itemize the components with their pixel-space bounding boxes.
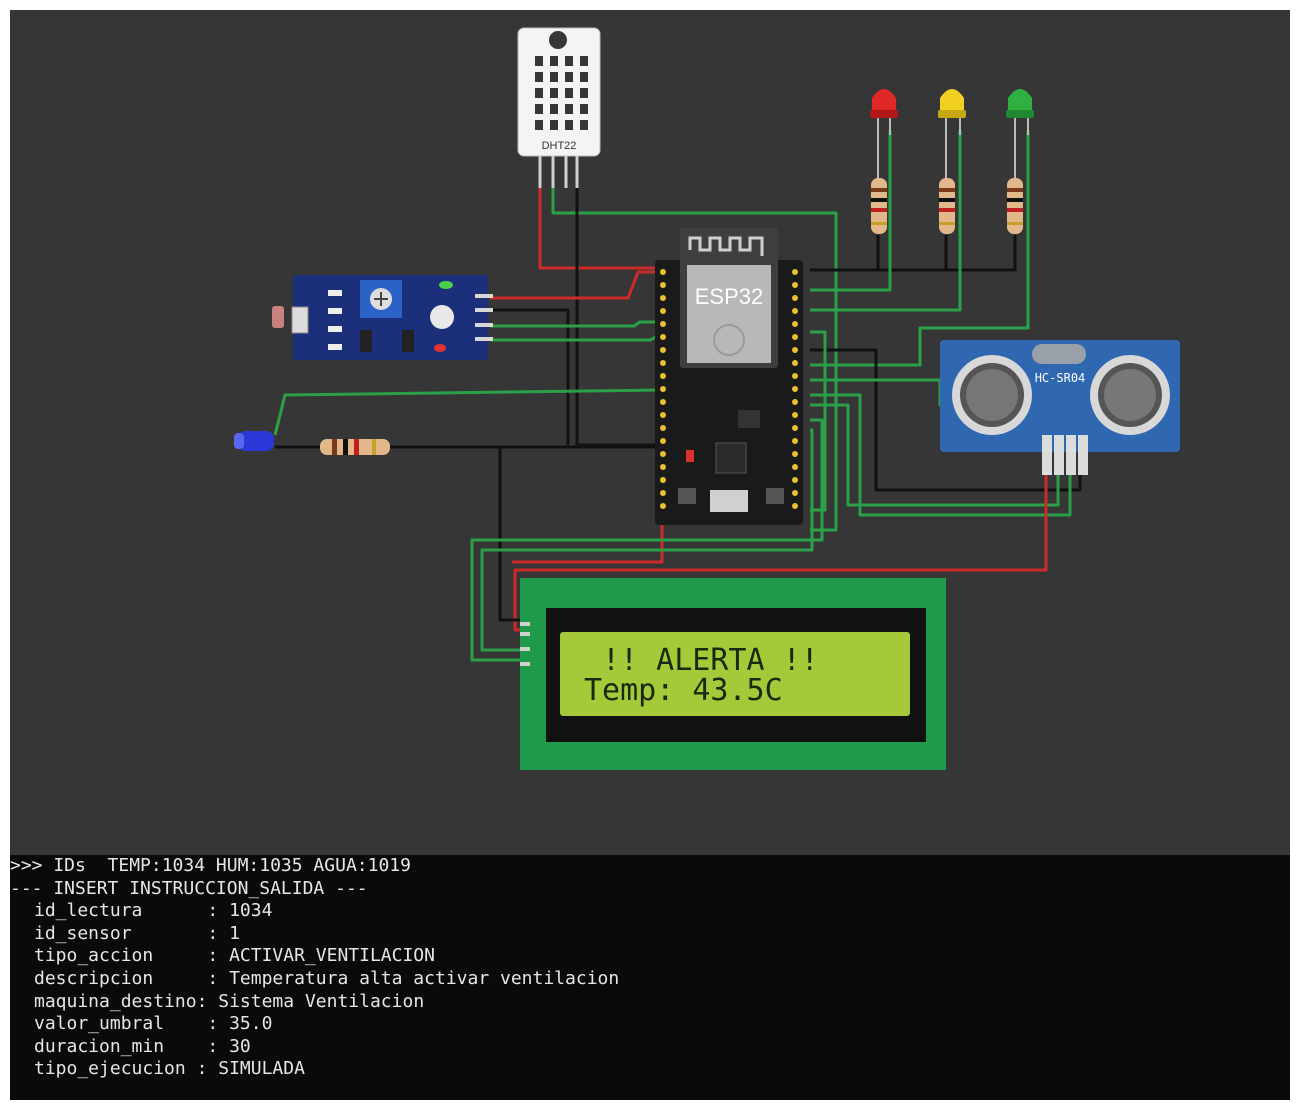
esp32-label: ESP32 [695,284,764,309]
led-yellow[interactable] [938,89,966,180]
ultrasonic-label: HC-SR04 [1035,371,1086,385]
dht22-sensor[interactable]: DHT22 [517,27,601,188]
wire-dht-vcc [538,188,658,270]
console-field: descripcion : Temperatura alta activar v… [34,967,620,989]
dht22-label: DHT22 [542,140,577,152]
console-line-insert: --- INSERT INSTRUCCION_SALIDA --- [10,877,368,899]
console-field: id_lectura : 1034 [34,900,273,922]
wire-dht-gnd [575,188,660,447]
console-field: tipo_ejecucion : SIMULADA [34,1058,305,1080]
wire-us-trig [810,378,955,407]
simulator-window: DHT22 ESP32 HC-SR04 !! ALERTA !! Temp: 4… [10,10,1290,1100]
wire-led-gnd-bus [810,235,1017,272]
wire-ldr-ao [490,333,661,342]
circuit-diagram: DHT22 ESP32 HC-SR04 !! ALERTA !! Temp: 4… [234,27,1180,770]
console-field: maquina_destino: Sistema Ventilacion [34,990,425,1012]
resistor-yellow-led[interactable] [939,178,955,234]
resistor-red-led[interactable] [871,178,887,234]
resistor-green-led[interactable] [1007,178,1023,234]
ultrasonic-sensor[interactable]: HC-SR04 [940,340,1180,475]
wire-led-green-sig [810,130,1030,367]
ldr-module[interactable] [272,275,493,360]
lcd-display[interactable]: !! ALERTA !! Temp: 43.5C [520,578,946,770]
led-green[interactable] [1006,89,1034,180]
console-field: valor_umbral : 35.0 [34,1013,273,1035]
wire-ldr-vcc [490,270,660,300]
console-field: duracion_min : 30 [34,1035,251,1057]
serial-console[interactable]: >>> IDs TEMP:1034 HUM:1035 AGUA:1019 ---… [10,855,1290,1100]
circuit-canvas[interactable]: DHT22 ESP32 HC-SR04 !! ALERTA !! Temp: 4… [10,10,1290,855]
wire-blue-led-signal [273,388,661,436]
esp32-board[interactable]: ESP32 [655,228,803,525]
console-field: tipo_accion : ACTIVAR_VENTILACION [34,945,435,967]
resistor-blue-led[interactable] [320,439,390,455]
wire-ldr-gnd [490,308,570,445]
lcd-line-2: Temp: 43.5C [584,673,783,708]
wire-ldr-do [490,320,660,328]
led-red[interactable] [870,89,898,180]
blue-led[interactable] [234,431,274,451]
console-field: id_sensor : 1 [34,922,240,944]
console-line-ids: >>> IDs TEMP:1034 HUM:1035 AGUA:1019 [10,855,411,876]
